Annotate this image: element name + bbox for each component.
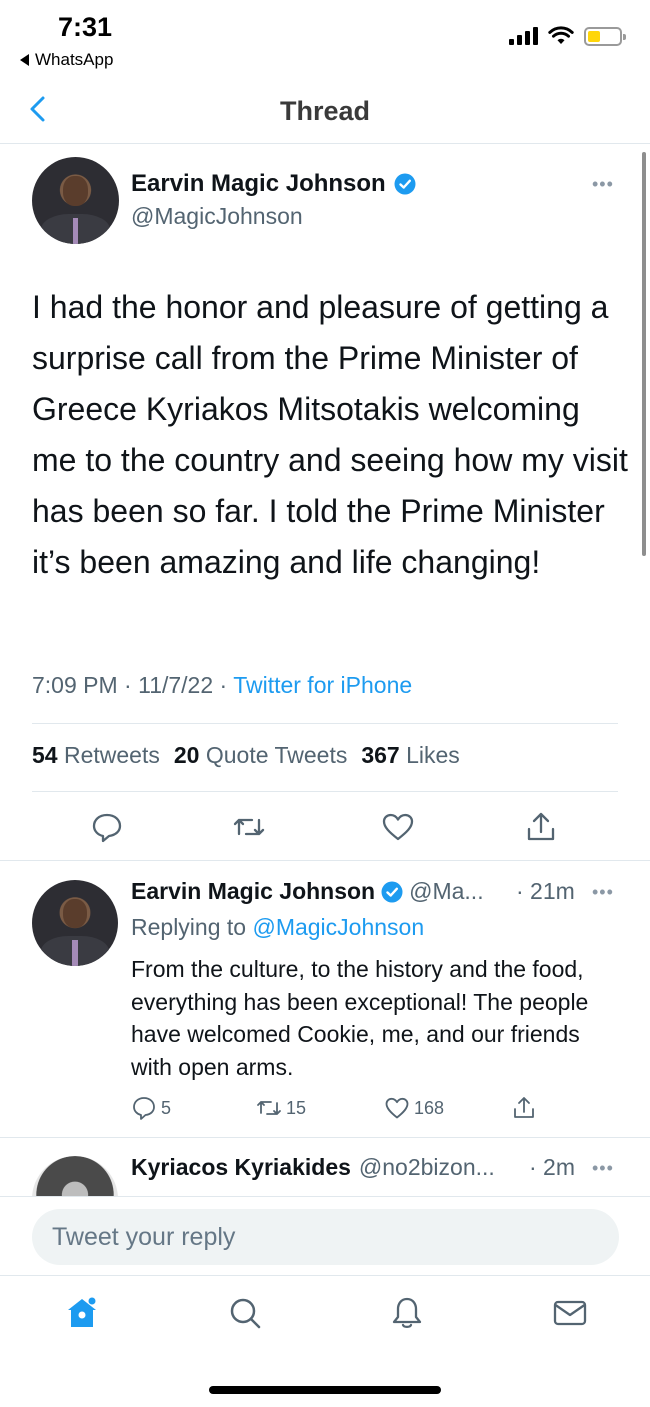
- reply-reply-action[interactable]: 5: [131, 1095, 171, 1121]
- meta-separator: ·: [124, 672, 132, 698]
- tweet-actions: [0, 808, 650, 848]
- third-author-handle[interactable]: @no2bizon...: [359, 1154, 495, 1181]
- tweet-reply-input[interactable]: [32, 1209, 619, 1265]
- verified-badge-icon: [381, 881, 403, 902]
- divider: [32, 723, 618, 724]
- reply-author-avatar[interactable]: [32, 880, 118, 966]
- status-bar: 7:31 WhatsApp: [0, 0, 650, 80]
- tweet-list-item[interactable]: Kyriacos Kyriakides @no2bizon... · 2m ••…: [0, 1138, 650, 1196]
- like-count: 168: [414, 1097, 445, 1118]
- tweet-meta: 7:09 PM · 11/7/22 · Twitter for iPhone: [32, 672, 412, 699]
- reply-count: 5: [161, 1097, 172, 1118]
- like-icon[interactable]: [381, 810, 415, 844]
- reply-text: From the culture, to the history and the…: [131, 956, 589, 1080]
- wifi-icon: [548, 26, 574, 44]
- third-author-avatar[interactable]: [32, 1156, 118, 1196]
- likes-stat[interactable]: 367 Likes: [361, 742, 459, 769]
- page-title: Thread: [279, 96, 371, 126]
- back-triangle-icon: [20, 54, 29, 66]
- third-header: Kyriacos Kyriakides @no2bizon...: [131, 1154, 495, 1181]
- third-author-name[interactable]: Kyriacos Kyriakides: [131, 1154, 351, 1181]
- status-icons: [509, 26, 626, 46]
- home-indicator[interactable]: [209, 1386, 441, 1394]
- meta-separator: ·: [219, 672, 228, 698]
- battery-icon: [584, 26, 626, 46]
- reply-composer-bar: [0, 1196, 650, 1276]
- reply-icon: [133, 1097, 155, 1120]
- back-app-label: WhatsApp: [35, 50, 114, 69]
- tweet-source-link[interactable]: Twitter for iPhone: [233, 672, 412, 698]
- share-icon: [514, 1097, 534, 1118]
- retweet-icon: [257, 1101, 281, 1115]
- messages-icon[interactable]: [552, 1295, 588, 1331]
- reply-author-name[interactable]: Earvin Magic Johnson: [131, 878, 375, 905]
- back-to-app-link[interactable]: WhatsApp: [20, 50, 113, 70]
- divider: [0, 860, 650, 861]
- search-icon[interactable]: [227, 1295, 263, 1331]
- reply-retweet-action[interactable]: 15: [256, 1095, 306, 1121]
- scrollbar[interactable]: [642, 152, 646, 556]
- status-time: 7:31: [58, 12, 113, 42]
- share-icon[interactable]: [524, 810, 558, 844]
- third-timestamp: · 2m: [529, 1154, 575, 1180]
- reply-like-action[interactable]: 168: [384, 1095, 444, 1121]
- retweet-count: 15: [286, 1097, 307, 1118]
- more-options-icon[interactable]: •••: [592, 882, 614, 903]
- retweet-icon[interactable]: [232, 810, 266, 844]
- tweet-time: 7:09 PM: [32, 672, 118, 698]
- replying-to: Replying to @MagicJohnson: [131, 914, 424, 941]
- replying-prefix: Replying to: [131, 914, 247, 940]
- replying-to-link[interactable]: @MagicJohnson: [252, 914, 424, 940]
- reply-timestamp: · 21m: [516, 878, 575, 904]
- author-handle[interactable]: @MagicJohnson: [131, 203, 303, 230]
- reply-icon[interactable]: [90, 810, 124, 844]
- author-name[interactable]: Earvin Magic Johnson: [131, 170, 416, 198]
- reply-author-handle[interactable]: @Ma...: [409, 878, 483, 905]
- verified-badge-icon: [394, 173, 416, 195]
- author-avatar[interactable]: [32, 157, 119, 244]
- divider: [32, 791, 618, 792]
- tweet-date: 11/7/22: [138, 672, 214, 698]
- cellular-signal-icon: [509, 27, 538, 45]
- notifications-icon[interactable]: [389, 1295, 425, 1331]
- bottom-tab-bar: [0, 1277, 650, 1357]
- more-options-icon[interactable]: •••: [592, 1158, 614, 1179]
- like-icon: [385, 1097, 409, 1119]
- author-name-text: Earvin Magic Johnson: [131, 170, 386, 197]
- reply-share-action[interactable]: [511, 1095, 537, 1121]
- tweet-text: I had the honor and pleasure of getting …: [32, 289, 628, 580]
- retweets-stat[interactable]: 54 Retweets: [32, 742, 160, 769]
- reply-header: Earvin Magic Johnson @Ma...: [131, 878, 484, 905]
- thread-header: Thread: [0, 80, 650, 144]
- quote-tweets-stat[interactable]: 20 Quote Tweets: [174, 742, 347, 769]
- home-icon[interactable]: [64, 1295, 100, 1331]
- tweet-stats: 54 Retweets 20 Quote Tweets 367 Likes: [32, 742, 460, 769]
- more-options-icon[interactable]: •••: [592, 174, 614, 195]
